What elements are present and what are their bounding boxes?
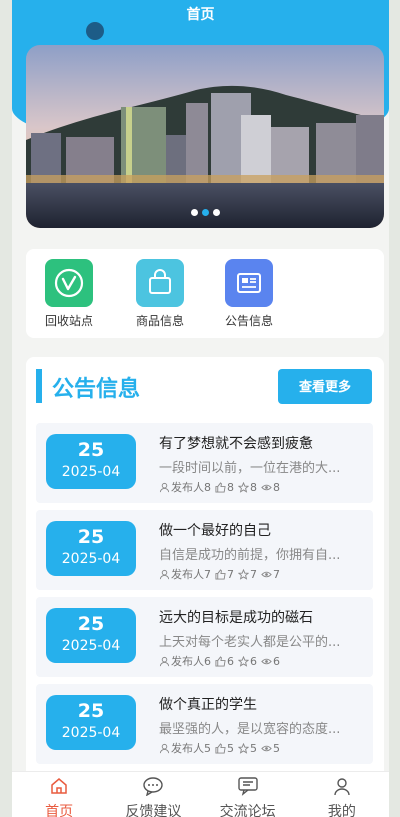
quick-link-label: 公告信息 [224,314,273,328]
tab-home[interactable]: 首页 [12,772,106,817]
view-count: 8 [273,480,280,494]
tab-profile[interactable]: 我的 [295,772,389,817]
view-count: 7 [273,567,280,581]
star-icon [238,481,249,493]
favorite-count: 5 [250,741,257,755]
view-count: 5 [273,741,280,755]
notice-desc: 一段时间以前，一位在港的大... [159,461,341,476]
star-icon [238,655,249,667]
thumbs-up-icon [215,568,226,580]
app-screen: 首页 回收站点 商品信息 公告信息 公告信息 查看更多 25 2025-04 有… [12,0,389,817]
publisher: 发布人5 [171,742,211,755]
tab-label: 首页 [45,804,74,817]
recycle-icon [45,259,93,307]
date-badge: 25 2025-04 [46,608,136,663]
notice-title: 做一个最好的自己 [159,523,271,539]
floating-dot[interactable] [86,22,104,40]
date-month: 2025-04 [61,464,121,480]
date-day: 25 [77,439,105,461]
star-icon [238,742,249,754]
eye-icon [261,484,272,490]
shopping-bag-icon [136,259,184,307]
favorite-count: 6 [250,654,257,668]
notice-section: 公告信息 查看更多 25 2025-04 有了梦想就不会感到疲惫 一段时间以前，… [26,357,384,797]
date-day: 25 [77,526,105,548]
user-icon [159,569,170,579]
date-day: 25 [77,613,105,635]
home-icon [51,778,67,794]
forum-icon [237,777,258,796]
like-count: 6 [227,654,234,668]
quick-link-notices[interactable]: 公告信息 [214,259,284,329]
section-title: 公告信息 [52,377,141,402]
notice-item[interactable]: 25 2025-04 远大的目标是成功的磁石 上天对每个老实人都是公平的... … [36,597,373,677]
notice-item[interactable]: 25 2025-04 有了梦想就不会感到疲惫 一段时间以前，一位在港的大... … [36,423,373,503]
indicator-dot[interactable] [212,209,220,216]
date-month: 2025-04 [61,725,121,741]
notice-title: 做个真正的学生 [159,697,257,713]
eye-icon [261,658,272,664]
eye-icon [261,745,272,751]
like-count: 7 [227,567,234,581]
notice-desc: 上天对每个老实人都是公平的... [159,635,341,650]
star-icon [238,568,249,580]
quick-links-panel: 回收站点 商品信息 公告信息 [26,249,384,338]
notice-title: 有了梦想就不会感到疲惫 [159,436,313,452]
quick-link-recycle-station[interactable]: 回收站点 [34,259,104,329]
publisher: 发布人7 [171,568,211,581]
date-badge: 25 2025-04 [46,434,136,489]
thumbs-up-icon [215,655,226,667]
quick-link-label: 商品信息 [135,314,184,328]
like-count: 8 [227,480,234,494]
section-title-bar [36,369,42,403]
city-skyline-image [26,45,384,228]
favorite-count: 7 [250,567,257,581]
chat-bubble-icon [143,777,164,797]
tab-label: 我的 [327,804,356,817]
favorite-count: 8 [250,480,257,494]
eye-icon [261,571,272,577]
date-day: 25 [77,700,105,722]
news-icon [225,259,273,307]
thumbs-up-icon [215,481,226,493]
quick-link-label: 回收站点 [44,314,93,328]
publisher: 发布人8 [171,481,211,494]
notice-desc: 自信是成功的前提，你拥有自... [159,548,341,563]
user-icon [159,482,170,492]
date-badge: 25 2025-04 [46,521,136,576]
date-badge: 25 2025-04 [46,695,136,750]
indicator-dot-active[interactable] [201,209,209,216]
notice-item[interactable]: 25 2025-04 做个真正的学生 最坚强的人，是以宽容的态度... 发布人5… [36,684,373,764]
notice-title: 远大的目标是成功的磁石 [159,610,313,626]
quick-link-goods[interactable]: 商品信息 [125,259,195,329]
bottom-tab-bar: 首页 反馈建议 交流论坛 我的 [12,771,389,817]
publisher: 发布人6 [171,655,211,668]
notice-item[interactable]: 25 2025-04 做一个最好的自己 自信是成功的前提，你拥有自... 发布人… [36,510,373,590]
tab-label: 交流论坛 [219,804,276,817]
user-icon [334,778,350,796]
carousel-indicators [26,209,384,216]
page-title: 首页 [186,7,215,23]
tab-forum[interactable]: 交流论坛 [201,772,295,817]
tab-feedback[interactable]: 反馈建议 [106,772,200,817]
like-count: 5 [227,741,234,755]
view-more-button[interactable]: 查看更多 [278,369,372,404]
banner-carousel[interactable] [26,45,384,228]
view-count: 6 [273,654,280,668]
notice-desc: 最坚强的人，是以宽容的态度... [159,722,341,737]
user-icon [159,743,170,753]
date-month: 2025-04 [61,638,121,654]
thumbs-up-icon [215,742,226,754]
indicator-dot[interactable] [190,209,198,216]
tab-label: 反馈建议 [125,804,182,817]
user-icon [159,656,170,666]
date-month: 2025-04 [61,551,121,567]
